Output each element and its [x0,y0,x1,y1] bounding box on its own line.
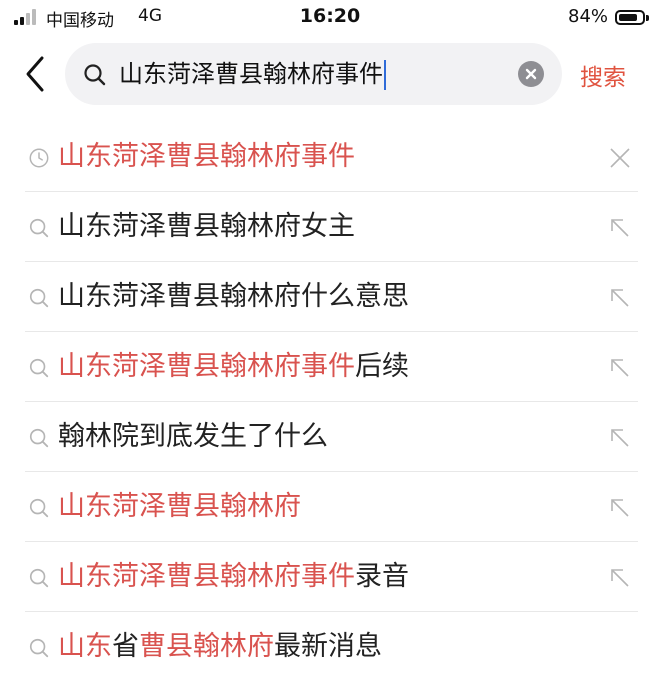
battery-percent: 84% [568,6,609,27]
suggestion-text: 翰林院到底发生了什么 [58,418,328,456]
clear-button[interactable] [518,61,544,87]
highlighted-match: 山东 [58,631,112,662]
clock-icon [29,148,49,168]
search-icon [29,218,49,238]
suggestion-text: 山东菏泽曹县翰林府什么意思 [58,278,409,316]
suggestion-item[interactable]: 山东菏泽曹县翰林府 [0,472,660,542]
status-bar: 中国移动 4G 16:20 84% [0,0,660,36]
suggestion-item[interactable]: 山东菏泽曹县翰林府女主 [0,192,660,262]
suggestion-text: 山东菏泽曹县翰林府女主 [58,208,355,246]
fill-query-button[interactable] [608,216,632,240]
search-button[interactable]: 搜索 [580,58,626,92]
fill-query-button[interactable] [608,496,632,520]
search-icon [29,358,49,378]
highlighted-match: 曹县翰林府 [139,631,274,662]
battery-tip [646,15,649,21]
suggestion-text: 山东菏泽曹县翰林府事件后续 [58,348,409,386]
chevron-left-icon [26,56,44,92]
search-icon [29,288,49,308]
highlighted-match: 山东菏泽曹县翰林府事件 [58,141,355,172]
history-item[interactable]: 山东菏泽曹县翰林府事件 [0,122,660,192]
highlighted-match: 山东菏泽曹县翰林府事件 [58,561,355,592]
fill-query-button[interactable] [608,356,632,380]
suggestion-text: 山东菏泽曹县翰林府事件录音 [58,558,409,596]
search-icon [29,638,49,658]
suggestion-item[interactable]: 山东菏泽曹县翰林府事件录音 [0,542,660,612]
search-input[interactable]: 山东菏泽曹县翰林府事件 [119,56,499,92]
search-query: 山东菏泽曹县翰林府事件 [119,60,383,88]
suggestion-segment: 后续 [355,351,409,382]
suggestion-segment: 最新消息 [274,631,382,662]
search-icon [84,64,106,86]
suggestion-segment: 录音 [355,561,409,592]
delete-history-button[interactable] [608,146,632,170]
suggestion-segment: 翰林院到底发生了什么 [58,421,328,452]
suggestion-item[interactable]: 山东省曹县翰林府最新消息 [0,612,660,682]
suggestion-segment: 山东菏泽曹县翰林府什么意思 [58,281,409,312]
search-icon [29,428,49,448]
search-icon [29,568,49,588]
search-icon [29,498,49,518]
suggestion-item[interactable]: 翰林院到底发生了什么 [0,402,660,472]
fill-query-button[interactable] [608,426,632,450]
highlighted-match: 山东菏泽曹县翰林府事件 [58,351,355,382]
fill-query-button[interactable] [608,286,632,310]
suggestion-text: 山东菏泽曹县翰林府事件 [58,138,355,176]
fill-query-button[interactable] [608,566,632,590]
back-button[interactable] [18,54,52,94]
suggestion-text: 山东菏泽曹县翰林府 [58,488,301,526]
highlighted-match: 山东菏泽曹县翰林府 [58,491,301,522]
suggestion-segment: 省 [112,631,139,662]
clock: 16:20 [299,5,361,27]
battery-icon [615,10,645,25]
suggestion-segment: 山东菏泽曹县翰林府女主 [58,211,355,242]
suggestion-item[interactable]: 山东菏泽曹县翰林府什么意思 [0,262,660,332]
suggestion-item[interactable]: 山东菏泽曹县翰林府事件后续 [0,332,660,402]
text-caret [384,60,386,90]
search-box[interactable]: 山东菏泽曹县翰林府事件 [65,43,562,105]
suggestion-text: 山东省曹县翰林府最新消息 [58,628,382,666]
clear-circle-icon [525,68,537,80]
